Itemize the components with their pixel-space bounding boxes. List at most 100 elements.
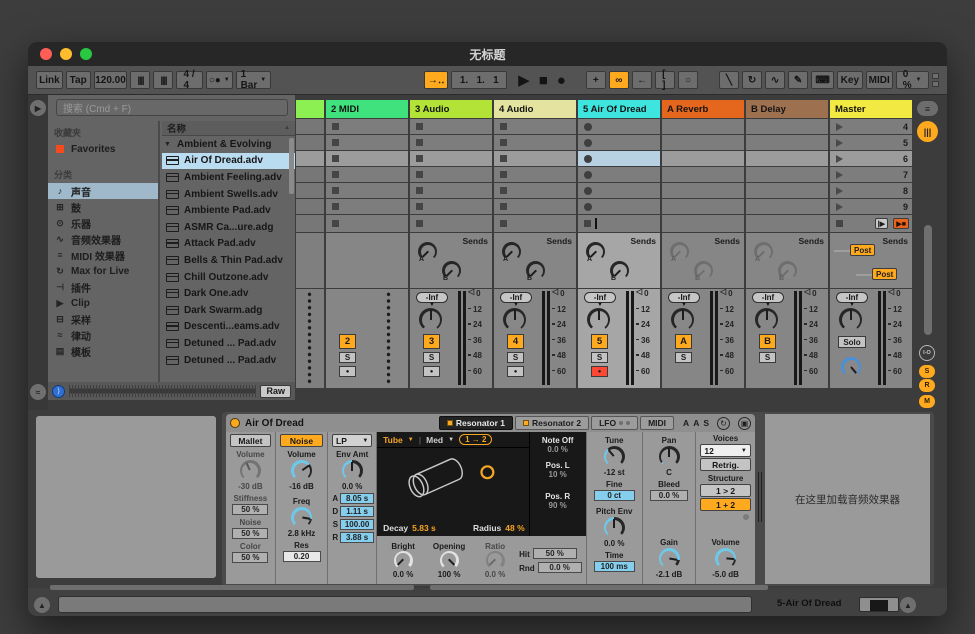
- clip-slot[interactable]: [296, 135, 324, 150]
- session-toggle[interactable]: S: [703, 418, 709, 428]
- info-view-scrollbar[interactable]: [50, 585, 414, 590]
- track-header[interactable]: 2 MIDI: [326, 100, 408, 118]
- mixer-section-toggle-s[interactable]: S: [919, 365, 935, 378]
- pos-l-value[interactable]: 10 %: [549, 470, 567, 479]
- clip-slot[interactable]: [746, 167, 828, 182]
- draw-mode-button[interactable]: ✎: [788, 71, 808, 89]
- punch-button[interactable]: [ ]: [655, 71, 675, 89]
- clip-slot[interactable]: [296, 151, 324, 166]
- clip-slot[interactable]: [662, 135, 744, 150]
- noise-button[interactable]: Noise: [280, 434, 324, 447]
- send-a-knob[interactable]: A: [754, 242, 773, 261]
- file-list-header[interactable]: 名称 ▲: [162, 121, 295, 136]
- clip-slot[interactable]: [578, 151, 660, 166]
- clip-slot[interactable]: 9: [830, 199, 912, 214]
- clip-slot[interactable]: [410, 151, 492, 166]
- sidebar-item-grooves[interactable]: ≈律动: [48, 327, 158, 343]
- pitch-env-knob[interactable]: [604, 517, 625, 538]
- computer-midi-keyboard-button[interactable]: ⌨: [811, 71, 834, 89]
- pan-knob[interactable]: [755, 308, 778, 331]
- track-header[interactable]: 3 Audio: [410, 100, 492, 118]
- clip-slot[interactable]: [326, 199, 408, 214]
- device-view-scrollbar[interactable]: [430, 585, 768, 590]
- quality-dropdown[interactable]: Med: [426, 435, 443, 445]
- nudge-down-button[interactable]: ||||: [130, 71, 150, 89]
- cpu-meter[interactable]: 0 % ▼: [896, 71, 929, 89]
- browser-file-row[interactable]: Chill Outzone.adv: [162, 269, 295, 286]
- sustain-value[interactable]: 100.00: [340, 519, 374, 530]
- position-handle[interactable]: [482, 466, 494, 478]
- browser-file-row[interactable]: Detuned ... Pad.adv: [162, 335, 295, 352]
- sidebar-item-midi-effects[interactable]: ≡MIDI 效果器: [48, 247, 158, 263]
- send-b-knob[interactable]: B: [526, 261, 545, 280]
- sidebar-item-max-for-live[interactable]: ↻Max for Live: [48, 263, 158, 279]
- clip-slot[interactable]: [662, 119, 744, 134]
- clip-slot[interactable]: [662, 199, 744, 214]
- track-activator-button[interactable]: 5: [591, 334, 608, 349]
- clip-slot[interactable]: [326, 151, 408, 166]
- arm-automation-toggle[interactable]: A: [683, 418, 689, 428]
- track-header[interactable]: 5 Air Of Dread: [578, 100, 660, 118]
- clip-stop-slot[interactable]: [326, 215, 408, 232]
- arm-button[interactable]: ●: [507, 366, 524, 377]
- arrangement-position-display[interactable]: 1. 1. 1: [451, 71, 507, 89]
- rnd-value[interactable]: 0.0 %: [538, 562, 582, 573]
- voices-dropdown[interactable]: 12 ▼: [700, 444, 750, 457]
- clip-slot[interactable]: [410, 199, 492, 214]
- midi-overdub-button[interactable]: ∞: [609, 71, 629, 89]
- fader-handle-icon[interactable]: ◁: [888, 288, 894, 296]
- clip-stop-slot[interactable]: [296, 215, 324, 232]
- re-enable-automation-button[interactable]: ∿: [765, 71, 785, 89]
- clip-slot[interactable]: [326, 135, 408, 150]
- clip-slot[interactable]: [662, 183, 744, 198]
- play-button[interactable]: ▶: [518, 71, 530, 89]
- resonator-type-dropdown[interactable]: Tube: [383, 435, 403, 445]
- sidebar-item-favorites[interactable]: Favorites: [48, 141, 158, 157]
- clip-slot[interactable]: [494, 183, 576, 198]
- clip-slot[interactable]: [662, 167, 744, 182]
- back-to-start-button[interactable]: ←: [632, 71, 652, 89]
- decay-value[interactable]: 1.11 s: [340, 506, 374, 517]
- tune-knob[interactable]: [604, 446, 625, 467]
- device-drag-handle[interactable]: [758, 472, 762, 522]
- arrangement-toggle[interactable]: A: [693, 418, 699, 428]
- automation-fade-button[interactable]: ╲: [719, 71, 739, 89]
- browser-file-row[interactable]: Attack Pad.adv: [162, 236, 295, 253]
- clip-slot[interactable]: [494, 119, 576, 134]
- tab-lfo[interactable]: LFO: [591, 416, 638, 430]
- browser-file-row[interactable]: Air Of Dread.adv: [162, 153, 295, 170]
- track-activator-button[interactable]: B: [759, 334, 776, 349]
- sidebar-item-clips[interactable]: ▶Clip: [48, 295, 158, 311]
- send-b-knob[interactable]: B: [694, 261, 713, 280]
- quantization-menu[interactable]: 1 Bar ▼: [236, 71, 271, 89]
- release-value[interactable]: 3.88 s: [340, 532, 374, 543]
- browser-folder-row[interactable]: ▼Ambient & Evolving: [162, 136, 295, 153]
- clip-slot[interactable]: [578, 119, 660, 134]
- send-b-knob[interactable]: B: [610, 261, 629, 280]
- audio-effect-drop-zone[interactable]: 在这里加载音频效果器: [765, 414, 930, 584]
- filter-type-dropdown[interactable]: LP ▼: [332, 434, 372, 447]
- file-list-scrollbar[interactable]: [289, 138, 294, 194]
- clip-slot[interactable]: 4: [830, 119, 912, 134]
- sidebar-item-instruments[interactable]: ⊙乐器: [48, 215, 158, 231]
- clip-slot[interactable]: [296, 199, 324, 214]
- browser-file-row[interactable]: Dark Swarm.adg: [162, 302, 295, 319]
- fine-value[interactable]: 0 ct: [594, 490, 635, 501]
- device-chain-thumbnail[interactable]: [859, 597, 899, 612]
- browser-file-row[interactable]: Ambient Swells.adv: [162, 186, 295, 203]
- pan-knob[interactable]: [419, 308, 442, 331]
- opening-knob[interactable]: [440, 551, 459, 570]
- ratio-knob[interactable]: [486, 551, 505, 570]
- clip-slot[interactable]: [326, 167, 408, 182]
- device-volume-knob[interactable]: [715, 548, 736, 569]
- key-map-button[interactable]: Key: [837, 71, 862, 89]
- tab-resonator-2[interactable]: Resonator 2: [515, 416, 589, 430]
- cue-volume-knob[interactable]: [841, 357, 861, 377]
- clip-stop-slot[interactable]: [410, 215, 492, 232]
- mallet-color-value[interactable]: 50 %: [232, 552, 268, 563]
- search-input[interactable]: 搜索 (Cmd + F): [56, 99, 288, 116]
- clip-stop-slot[interactable]: |▶▶■: [830, 215, 912, 232]
- clip-slot[interactable]: [410, 119, 492, 134]
- structure-1-2-serial-button[interactable]: 1 > 2: [700, 484, 750, 497]
- sidebar-item-templates[interactable]: ▤模板: [48, 343, 158, 359]
